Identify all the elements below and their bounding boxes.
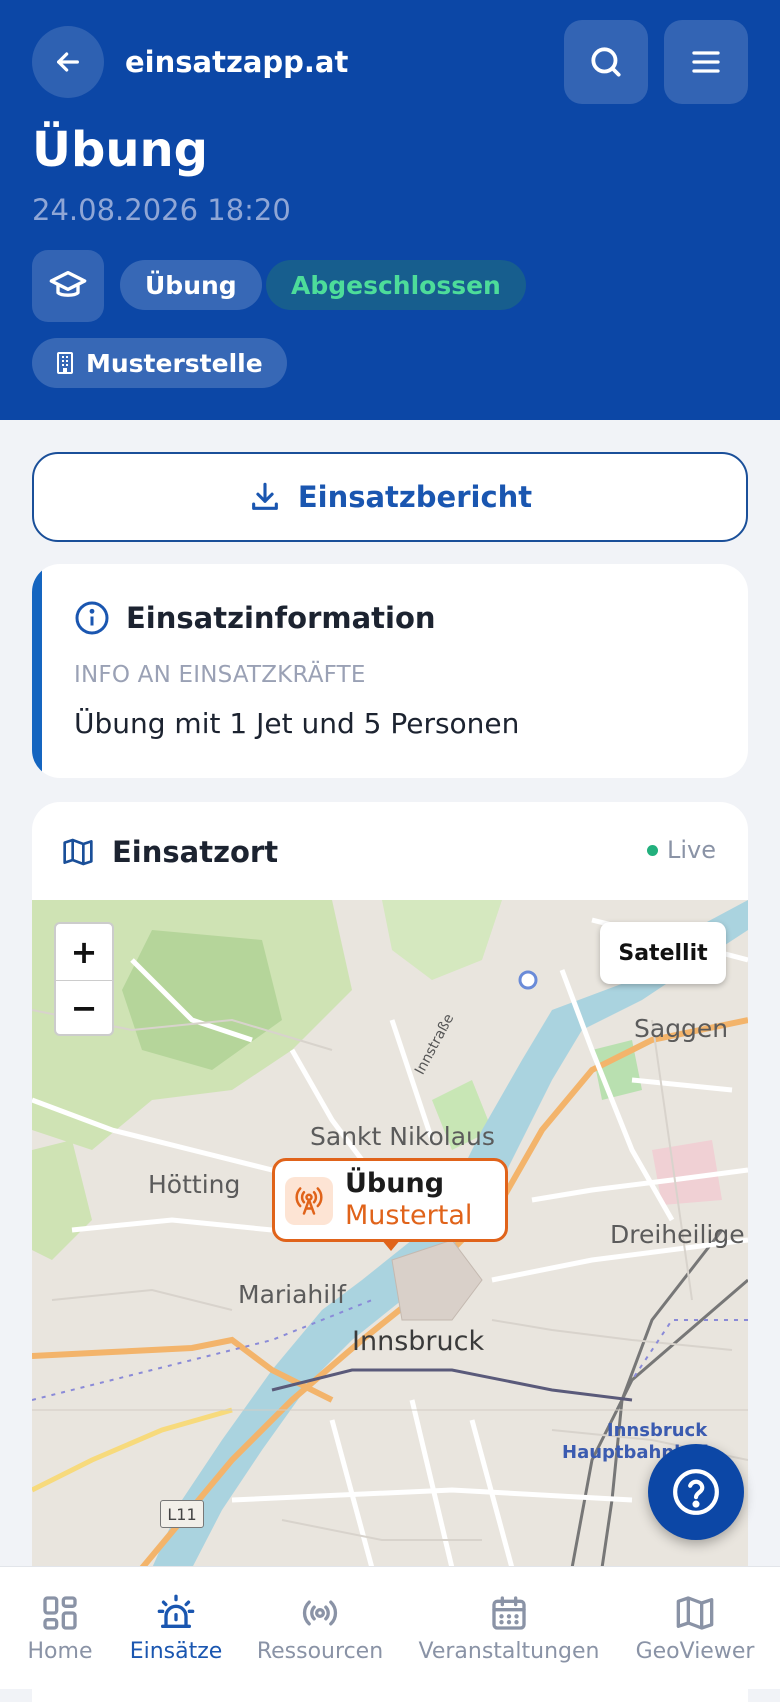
training-type-badge (32, 250, 104, 322)
marker-icon-box (285, 1177, 333, 1225)
search-icon (591, 47, 621, 77)
nav-label-veranstaltungen: Veranstaltungen (418, 1639, 600, 1664)
hamburger-menu-icon (692, 51, 720, 73)
road-shield-l11: L11 (160, 1500, 204, 1528)
hauptbahnhof-line-1: Innsbruck (606, 1420, 708, 1441)
menu-button[interactable] (664, 20, 748, 104)
radio-tower-icon (295, 1187, 323, 1215)
info-circle-icon (75, 601, 109, 635)
zoom-controls: + − (54, 922, 114, 1036)
nav-label-ressourcen: Ressourcen (256, 1639, 384, 1664)
dashboard-grid-icon (43, 1596, 77, 1630)
info-card-title: Einsatzinformation (126, 601, 436, 635)
back-button[interactable] (32, 26, 104, 98)
download-report-label: Einsatzbericht (297, 480, 533, 514)
incident-marker[interactable]: Übung Mustertal (272, 1158, 508, 1251)
app-title: einsatzapp.at (125, 45, 349, 79)
info-text: Übung mit 1 Jet und 5 Personen (74, 707, 520, 740)
nav-item-einsaetze[interactable]: Einsätze (120, 1567, 232, 1689)
broadcast-icon (302, 1600, 338, 1626)
marker-pointer (381, 1239, 401, 1251)
map-icon (676, 1596, 714, 1630)
incident-date: 24.08.2026 18:20 (32, 193, 291, 227)
location-card-title: Einsatzort (112, 835, 279, 869)
search-button[interactable] (564, 20, 648, 104)
bottom-navigation: Home Einsätze Ressourcen Veranstaltungen… (0, 1566, 780, 1689)
nav-item-ressourcen[interactable]: Ressourcen (250, 1567, 390, 1689)
info-section-label: INFO AN EINSATZKRÄFTE (74, 662, 366, 688)
app-header: einsatzapp.at Übung 24.08.2026 18:20 Übu… (0, 0, 780, 420)
location-chip: Musterstelle (32, 338, 287, 388)
type-chip: Übung (120, 260, 262, 310)
status-badge: Abgeschlossen (266, 260, 526, 310)
building-icon (57, 352, 73, 374)
info-card-accent-bar (32, 564, 42, 778)
marker-subtitle: Mustertal (345, 1200, 473, 1231)
live-label: Live (666, 836, 716, 864)
marker-title: Übung (345, 1168, 445, 1199)
nav-label-geoviewer: GeoViewer (635, 1639, 755, 1664)
location-chip-label: Musterstelle (86, 348, 263, 378)
graduation-cap-icon (49, 271, 87, 297)
download-icon (251, 482, 278, 510)
siren-alarm-icon (157, 1594, 195, 1628)
place-label-innsbruck: Innsbruck (352, 1326, 485, 1357)
live-indicator: Live (646, 836, 716, 864)
live-dot (646, 844, 658, 856)
nav-label-home: Home (27, 1639, 93, 1664)
page-title: Übung (32, 122, 209, 178)
help-button[interactable] (648, 1444, 744, 1540)
nav-item-home[interactable]: Home (10, 1567, 110, 1689)
map-view[interactable]: Saggen Sankt Nikolaus Hötting Mariahilf … (32, 900, 748, 1568)
question-circle-icon (673, 1469, 719, 1515)
place-label-sankt-nikolaus: Sankt Nikolaus (310, 1122, 495, 1151)
place-label-dreiheilige: Dreiheilige (610, 1220, 745, 1249)
calendar-icon (492, 1596, 526, 1630)
place-label-mariahilf: Mariahilf (238, 1280, 346, 1309)
zoom-in-button[interactable]: + (56, 924, 112, 981)
arrow-left-icon (57, 52, 79, 72)
place-label-hoetting: Hötting (148, 1170, 241, 1199)
zoom-out-button[interactable]: − (56, 981, 112, 1035)
download-report-button[interactable]: Einsatzbericht (32, 452, 748, 542)
satellite-toggle-button[interactable]: Satellit (600, 922, 726, 984)
nav-label-einsaetze: Einsätze (129, 1639, 223, 1664)
map-icon (63, 838, 93, 866)
nav-item-geoviewer[interactable]: GeoViewer (630, 1567, 760, 1689)
incident-info-card: Einsatzinformation INFO AN EINSATZKRÄFTE… (32, 564, 748, 778)
nav-item-veranstaltungen[interactable]: Veranstaltungen (414, 1567, 604, 1689)
place-label-saggen: Saggen (634, 1014, 729, 1043)
